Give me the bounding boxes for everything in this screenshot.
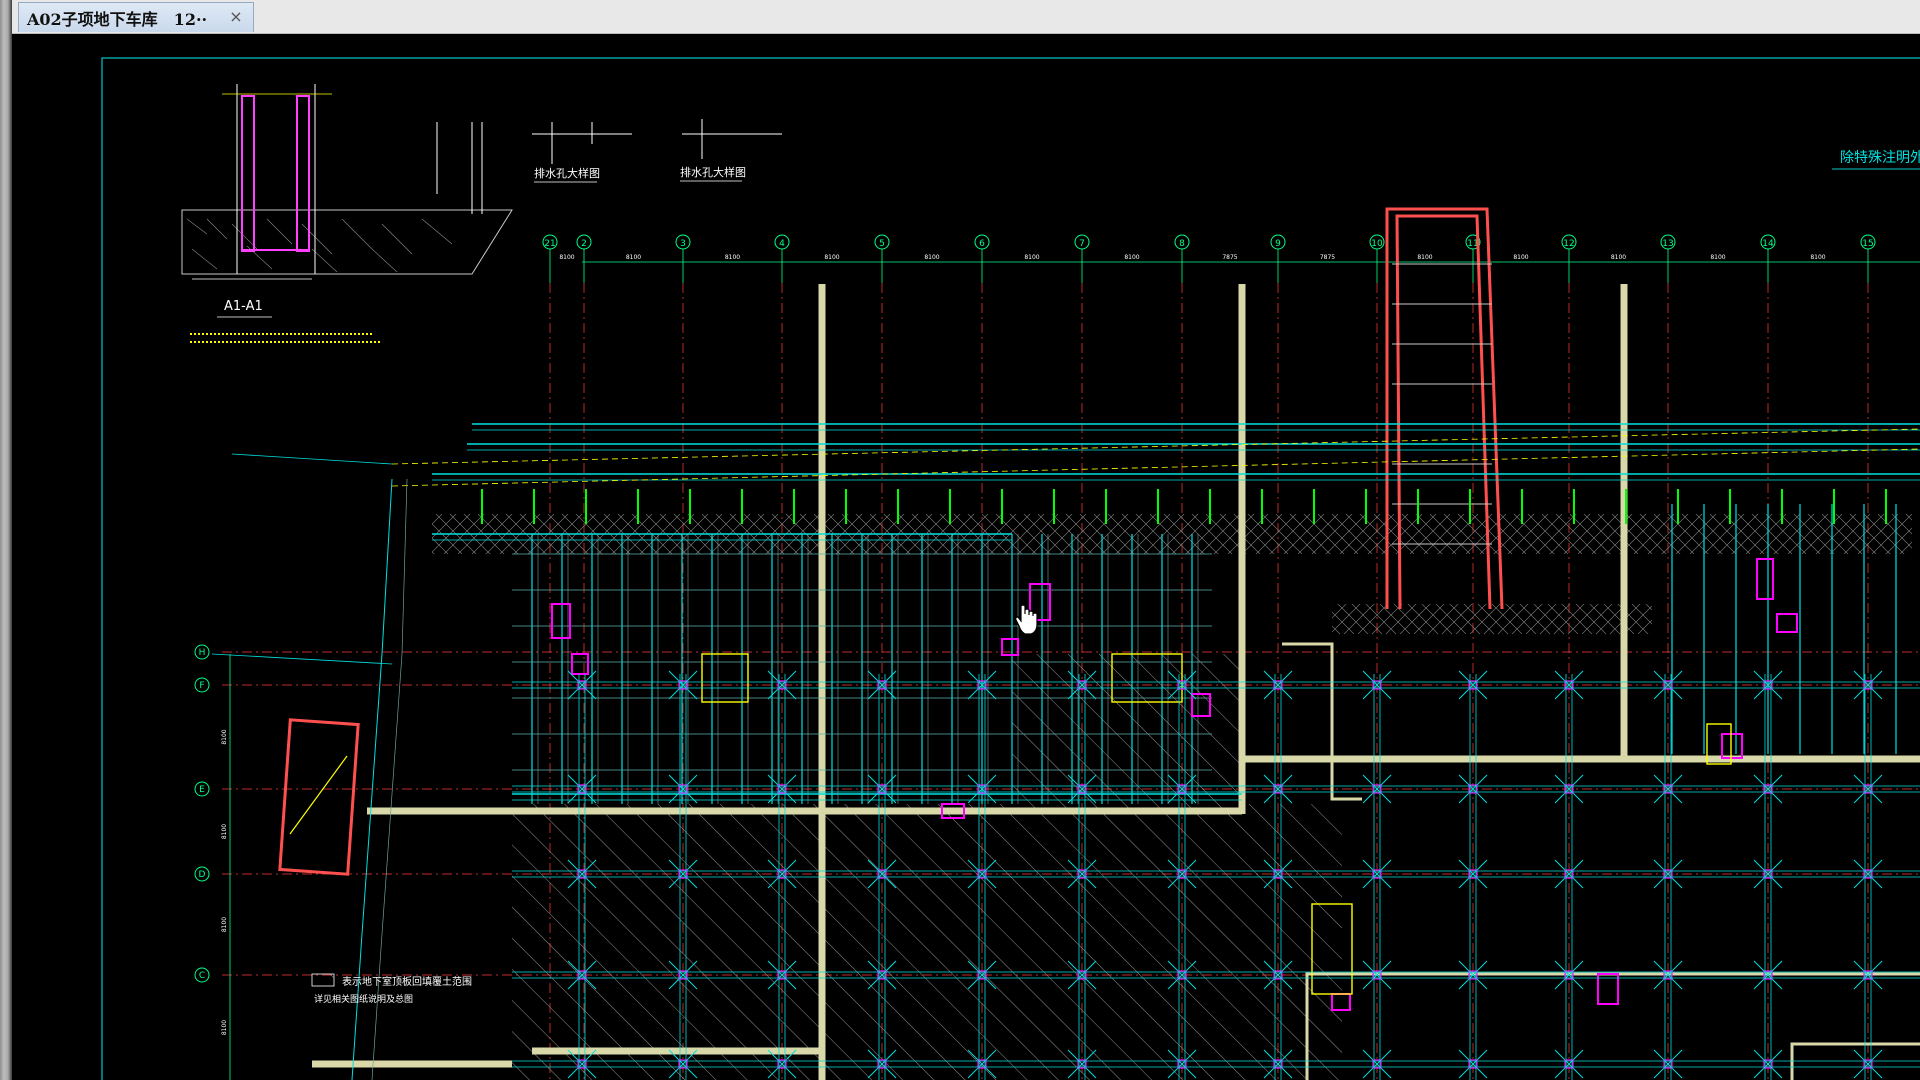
dimension-label: 8100 [1124,254,1139,261]
grid-label-top: 3 [680,239,686,249]
dimension-label: 8100 [1417,254,1432,261]
grid-label-left: C [199,971,205,981]
dimension-label-left: 8100 [221,729,228,744]
document-tab-bar: A02子项地下车库 12·· × [12,0,1920,34]
grid-label-top: 7 [1079,239,1085,249]
grid-label-top: 13 [1662,239,1673,249]
grid-label-left: E [199,785,205,795]
grid-label-top: 10 [1371,239,1383,249]
grid-label-top: 4 [779,239,785,249]
grid-label-top: 21 [544,239,555,249]
legend-note-1: 表示地下室顶板回填覆土范围 [342,975,472,988]
ramp-diagonal [289,755,348,835]
slab-edge [391,428,1920,465]
inner-walls [1282,642,1920,1080]
embedded-part [1001,638,1019,656]
boundary-line [371,478,408,1080]
dimension-label: 8100 [1513,254,1528,261]
hand-pointer-icon [1015,604,1038,635]
general-note: 除特殊注明外，地 [1840,150,1920,166]
drainage-details: 排水孔大样图 排水孔大样图 [532,119,782,183]
embedded-part [1756,558,1774,600]
detail-title-2: 排水孔大样图 [680,165,746,179]
legend: 表示地下室顶板回填覆土范围 详见相关图纸说明及总图 [311,973,472,1005]
grid-label-top: 2 [581,239,587,249]
document-tab[interactable]: A02子项地下车库 12·· × [18,2,254,32]
dimension-label: 8100 [725,254,740,261]
boundary-line [351,478,393,1080]
grid-label-top: 9 [1275,239,1281,249]
grid-label-left: F [199,681,204,691]
grid-label-top: 14 [1762,239,1774,249]
drawing-canvas[interactable]: A1-A1 排水孔大样图 排水孔大样图 除特殊注明外，地 21234567891… [12,34,1920,1080]
detail-title-1: 排水孔大样图 [534,166,600,180]
dimension-label: 8100 [1710,254,1725,261]
backfill-hatch-zone-2 [1012,654,1242,804]
slab-xhatch-strip-2 [1332,604,1652,634]
dimension-label-left: 8100 [221,1020,228,1035]
embedded-part [551,603,571,639]
embedded-part [571,653,589,675]
slab-edge [391,448,1920,487]
ramp-rungs [1392,263,1492,545]
grid-label-top: 8 [1179,239,1185,249]
embedded-part [1597,973,1619,1005]
dimension-label: 8100 [1611,254,1626,261]
section-detail-a1: A1-A1 [181,84,513,343]
dimension-label: 7875 [1222,254,1237,261]
embedded-part [1776,613,1798,633]
section-label: A1-A1 [224,299,263,314]
embedded-part [1721,733,1743,759]
leader-line [211,653,393,665]
grid-label-top: 12 [1563,239,1574,249]
dimension-label: 7875 [1320,254,1335,261]
window-left-border [0,0,12,1080]
legend-note-2: 详见相关图纸说明及总图 [314,993,413,1005]
dimension-label-left: 8100 [221,917,228,932]
grid-label-left: H [199,648,206,658]
dimension-label: 8100 [559,254,574,261]
dimension-label: 8100 [1024,254,1039,261]
grid-label-top: 15 [1862,239,1873,249]
dimension-label: 8100 [626,254,641,261]
dimension-column-left: 8100 8100 8100 8100 [221,729,228,1035]
pit-outline [701,653,749,703]
leader-line [231,453,393,465]
grid-label-top: 5 [879,239,885,249]
grid-label-top: 6 [979,239,985,249]
dimension-row-top: 8100 8100 8100 8100 8100 8100 8100 7875 7875 8100… [559,254,1825,261]
cad-viewer-window: A02子项地下车库 12·· × A1-A1 排水孔大样图 排水孔大样图 除特殊… [0,0,1920,1080]
grid-label-left: D [199,870,206,880]
dimension-label-left: 8100 [221,824,228,839]
document-tab-title: A02子项地下车库 12·· [27,9,208,29]
dimension-label: 8100 [924,254,939,261]
backfill-hatch-zone [512,804,1342,1080]
dimension-label: 8100 [824,254,839,261]
dimension-label: 8100 [1810,254,1825,261]
close-icon[interactable]: × [227,8,245,26]
